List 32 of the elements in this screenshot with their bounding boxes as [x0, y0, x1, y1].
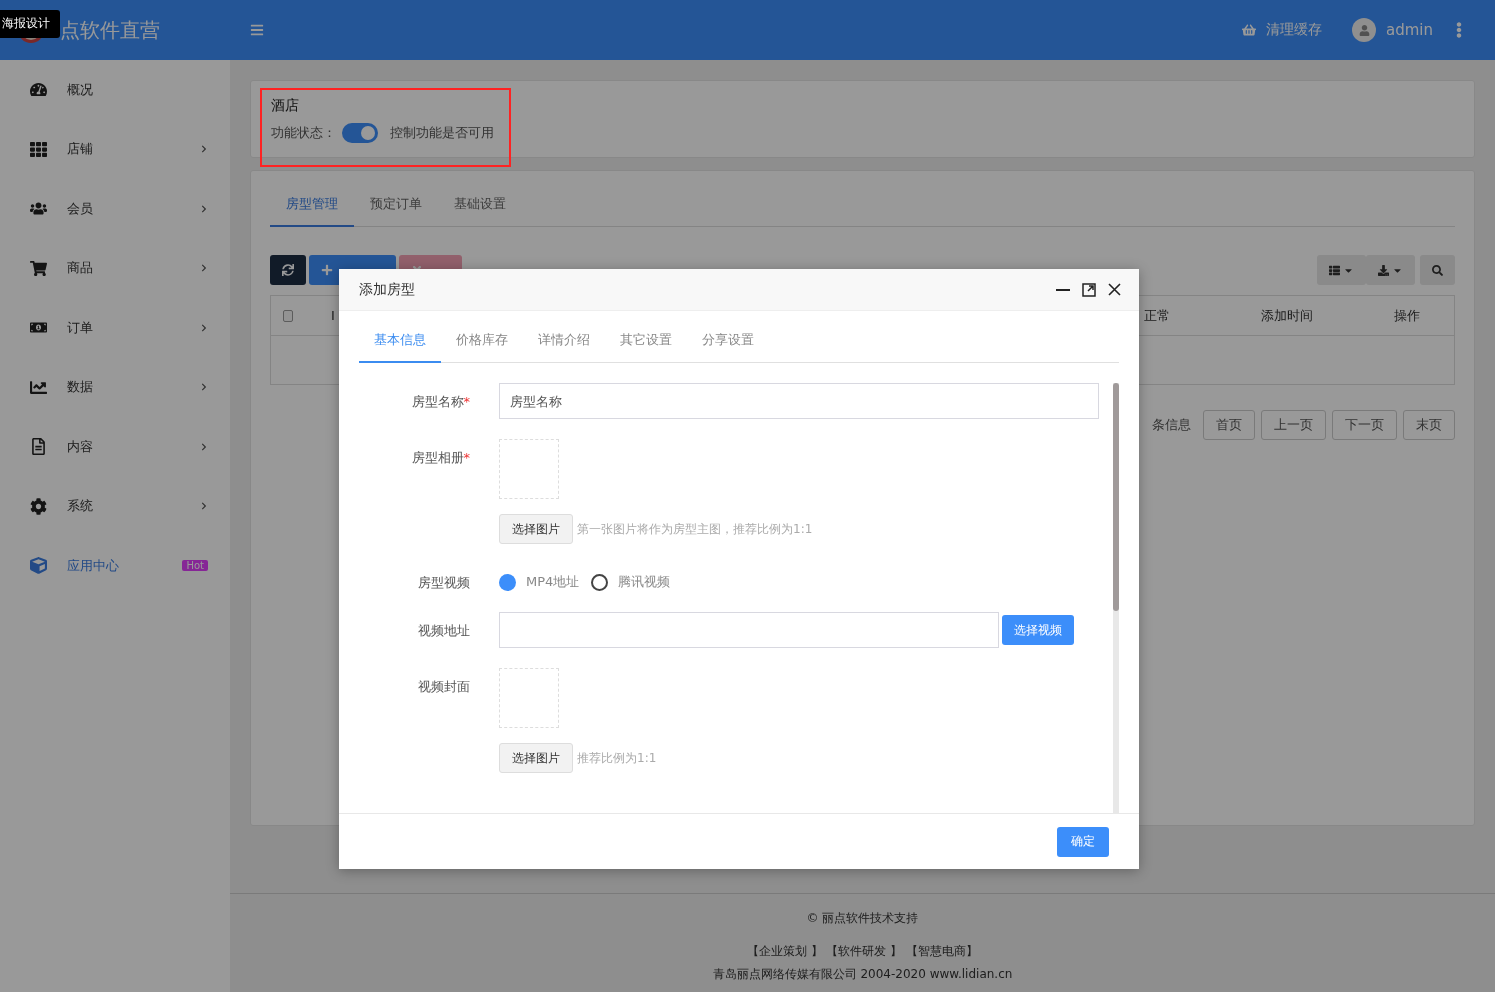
- sidebar-label: 订单: [67, 318, 94, 337]
- column-header: I: [331, 308, 336, 323]
- support-text: © 丽点软件技术支持: [806, 909, 919, 927]
- hot-badge: Hot: [182, 560, 208, 572]
- sidebar-label: 数据: [67, 378, 94, 397]
- field-label: 视频封面: [417, 678, 470, 696]
- sidebar-label: 应用中心: [67, 556, 120, 575]
- column-header: 添加时间: [1261, 306, 1314, 325]
- dialog-title: 添加房型: [359, 280, 416, 299]
- field-label: 房型视频: [417, 574, 470, 592]
- sidebar-label: 概况: [67, 80, 94, 99]
- sidebar-label: 内容: [67, 437, 94, 456]
- sidebar-label: 店铺: [67, 140, 94, 159]
- field-label: 房型名称*: [410, 393, 470, 411]
- brand-name: 点软件直营: [60, 16, 160, 44]
- card-title: 酒店: [271, 97, 300, 115]
- radio-label: MP4地址: [526, 573, 580, 591]
- hint-text: 第一张图片将作为房型主图，推荐比例为1:1: [577, 520, 813, 538]
- sidebar-label: 商品: [67, 259, 94, 278]
- page-info: 条信息: [1152, 416, 1191, 434]
- hint-text: 推荐比例为1:1: [577, 749, 657, 767]
- field-label: 房型相册*: [410, 449, 470, 467]
- radio-label: 腾讯视频: [618, 573, 671, 591]
- copyright-text: 青岛丽点网络传媒有限公司 2004-2020 www.lidian.cn: [712, 965, 1013, 983]
- footer-links: 【企业策划 】 【软件研发 】 【智慧电商】: [746, 942, 979, 960]
- hint-text: 控制功能是否可用: [390, 124, 494, 142]
- sidebar-label: 会员: [67, 199, 94, 218]
- column-header: 正常: [1144, 306, 1171, 325]
- column-header: 操作: [1394, 306, 1421, 325]
- field-label: 视频地址: [417, 622, 470, 640]
- sidebar-label: 系统: [67, 497, 94, 516]
- status-label: 功能状态：: [271, 124, 336, 142]
